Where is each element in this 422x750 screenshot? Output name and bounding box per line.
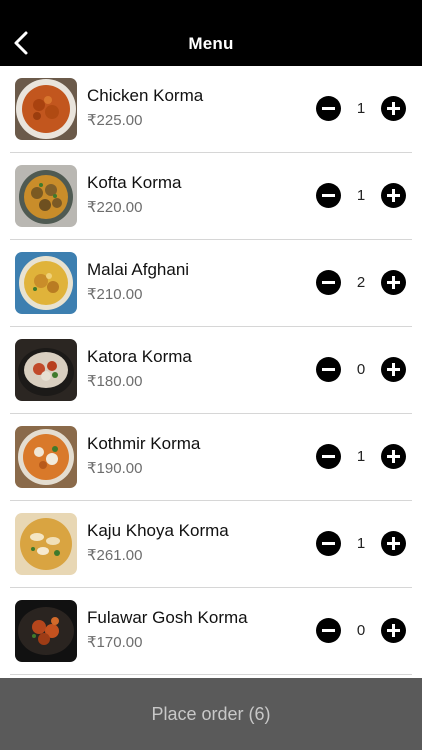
minus-icon [322, 629, 335, 632]
dish-image [15, 165, 77, 227]
quantity-stepper: 0 [316, 618, 406, 644]
quantity-stepper: 1 [316, 183, 406, 209]
minus-icon [322, 542, 335, 545]
quantity-value: 1 [356, 535, 366, 552]
dish-image [15, 426, 77, 488]
minus-icon [322, 368, 335, 371]
menu-item: Fulawar Gosh Korma ₹170.00 0 [10, 588, 412, 675]
increase-button[interactable] [381, 444, 406, 469]
app-header: Menu [0, 0, 422, 66]
increase-button[interactable] [381, 270, 406, 295]
dish-name: Chicken Korma [87, 86, 204, 105]
dish-image [15, 513, 77, 575]
minus-icon [322, 194, 335, 197]
quantity-value: 1 [356, 100, 366, 117]
minus-icon [322, 107, 335, 110]
dish-image [15, 252, 77, 314]
menu-list[interactable]: Chicken Korma ₹225.00 1 Kofta Korma ₹220… [0, 66, 422, 678]
dish-price: ₹170.00 [87, 634, 143, 651]
quantity-value: 1 [356, 187, 366, 204]
dish-image [15, 600, 77, 662]
menu-item: Malai Afghani ₹210.00 2 [10, 240, 412, 327]
increase-button[interactable] [381, 531, 406, 556]
quantity-value: 0 [356, 622, 366, 639]
dish-price: ₹180.00 [87, 373, 143, 390]
dish-price: ₹190.00 [87, 460, 143, 477]
dish-name: Fulawar Gosh Korma [87, 608, 248, 627]
plus-icon [387, 276, 400, 289]
menu-item: Chicken Korma ₹225.00 1 [10, 66, 412, 153]
dish-price: ₹261.00 [87, 547, 143, 564]
dish-name: Katora Korma [87, 347, 192, 366]
quantity-stepper: 1 [316, 531, 406, 557]
quantity-stepper: 2 [316, 270, 406, 296]
menu-item: Kaju Khoya Korma ₹261.00 1 [10, 501, 412, 588]
quantity-value: 2 [356, 274, 366, 291]
place-order-label: Place order (6) [151, 703, 271, 724]
menu-item: Kothmir Korma ₹190.00 1 [10, 414, 412, 501]
page-title: Menu [188, 34, 234, 53]
place-order-button[interactable]: Place order (6) [0, 678, 422, 750]
plus-icon [387, 624, 400, 637]
quantity-stepper: 0 [316, 357, 406, 383]
increase-button[interactable] [381, 618, 406, 643]
plus-icon [387, 102, 400, 115]
dish-name: Malai Afghani [87, 260, 190, 279]
dish-price: ₹210.00 [87, 286, 143, 303]
dish-name: Kothmir Korma [87, 434, 201, 453]
dish-price: ₹225.00 [87, 112, 143, 129]
decrease-button[interactable] [316, 183, 341, 208]
quantity-value: 1 [356, 448, 366, 465]
minus-icon [322, 455, 335, 458]
menu-item: Katora Korma ₹180.00 0 [10, 327, 412, 414]
menu-item: Kofta Korma ₹220.00 1 [10, 153, 412, 240]
decrease-button[interactable] [316, 96, 341, 121]
plus-icon [387, 189, 400, 202]
dish-price: ₹220.00 [87, 199, 143, 216]
increase-button[interactable] [381, 357, 406, 382]
decrease-button[interactable] [316, 531, 341, 556]
minus-icon [322, 281, 335, 284]
dish-image [15, 78, 77, 140]
decrease-button[interactable] [316, 357, 341, 382]
increase-button[interactable] [381, 96, 406, 121]
plus-icon [387, 363, 400, 376]
quantity-value: 0 [356, 361, 366, 378]
dish-name: Kaju Khoya Korma [87, 521, 229, 540]
decrease-button[interactable] [316, 270, 341, 295]
decrease-button[interactable] [316, 444, 341, 469]
dish-name: Kofta Korma [87, 173, 182, 192]
decrease-button[interactable] [316, 618, 341, 643]
plus-icon [387, 450, 400, 463]
increase-button[interactable] [381, 183, 406, 208]
quantity-stepper: 1 [316, 96, 406, 122]
plus-icon [387, 537, 400, 550]
dish-image [15, 339, 77, 401]
quantity-stepper: 1 [316, 444, 406, 470]
